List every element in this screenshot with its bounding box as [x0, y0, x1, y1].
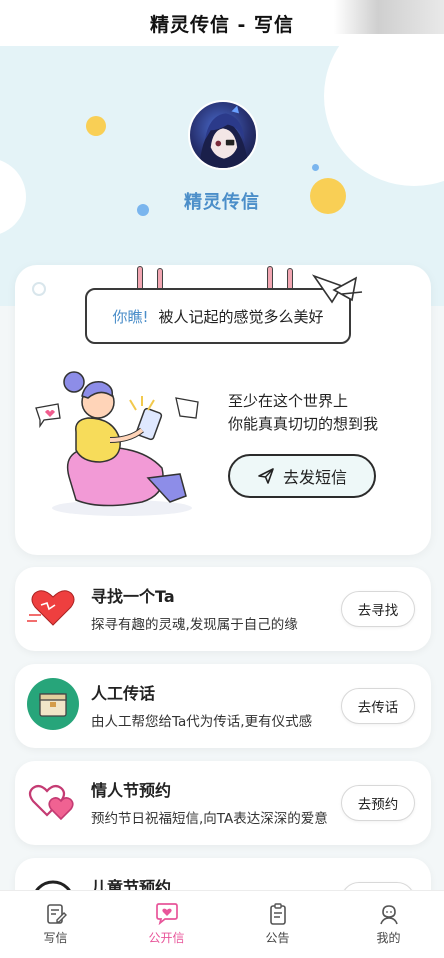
bottom-tab-bar: 写信 公开信 公告 我的	[0, 890, 444, 958]
paper-plane-doodle-icon	[312, 274, 363, 304]
tab-public-letter[interactable]: 公开信	[111, 891, 222, 958]
find-button[interactable]: 去寻找	[341, 591, 415, 627]
page-title: 精灵传信 - 写信	[149, 13, 295, 36]
double-heart-icon	[28, 784, 74, 821]
reading-phone-illustration	[35, 371, 199, 516]
valentine-button[interactable]: 去预约	[341, 785, 415, 821]
sign-accent: 你瞧!	[112, 307, 149, 326]
feature-title: 人工传话	[91, 684, 156, 703]
status-shade	[334, 0, 444, 34]
feature-card-valentine[interactable]: 情人节预约 预约节日祝福短信,向TA表达深深的爱意 去预约	[15, 761, 431, 845]
tab-label: 公开信	[148, 931, 185, 945]
send-button-label: 去发短信	[282, 468, 347, 487]
decor-dot	[86, 116, 106, 136]
write-icon	[46, 904, 67, 924]
send-icon	[258, 468, 274, 484]
tab-write[interactable]: 写信	[0, 891, 111, 958]
feature-desc: 预约节日祝福短信,向TA表达深深的爱意	[91, 811, 328, 827]
relay-button[interactable]: 去传话	[341, 688, 415, 724]
decor-circle	[324, 46, 444, 186]
tab-label: 公告	[265, 931, 290, 945]
package-icon	[27, 678, 79, 730]
slogan: 至少在这个世界上 你能真真切切的想到我	[228, 390, 378, 436]
tab-label: 写信	[43, 931, 68, 945]
avatar[interactable]	[188, 100, 258, 170]
feature-desc: 探寻有趣的灵魂,发现属于自己的缘	[91, 617, 298, 633]
decor-dot	[32, 282, 46, 296]
decor-dot	[312, 164, 319, 171]
tab-announcement[interactable]: 公告	[222, 891, 333, 958]
slogan-line: 至少在这个世界上	[228, 392, 349, 410]
avatar-image	[199, 105, 249, 168]
feature-title: 寻找一个Ta	[91, 587, 175, 606]
message-heart-icon	[155, 903, 178, 925]
heart-icon	[27, 590, 75, 626]
send-sms-button[interactable]: 去发短信	[228, 454, 376, 498]
feature-desc: 由人工帮您给Ta代为传话,更有仪式感	[91, 714, 313, 730]
tab-mine[interactable]: 我的	[333, 891, 444, 958]
slogan-line: 你能真真切切的想到我	[228, 415, 379, 433]
clipboard-icon	[269, 903, 286, 925]
user-icon	[379, 905, 398, 925]
feature-card-find[interactable]: 寻找一个Ta 探寻有趣的灵魂,发现属于自己的缘 去寻找	[15, 567, 431, 651]
app-name: 精灵传信	[184, 192, 260, 213]
feature-title: 情人节预约	[91, 781, 172, 800]
title-bar: 精灵传信 - 写信	[0, 0, 444, 46]
tab-label: 我的	[376, 931, 401, 945]
feature-card-relay[interactable]: 人工传话 由人工帮您给Ta代为传话,更有仪式感 去传话	[15, 664, 431, 748]
sign-text: 被人记起的感觉多么美好	[158, 307, 324, 326]
